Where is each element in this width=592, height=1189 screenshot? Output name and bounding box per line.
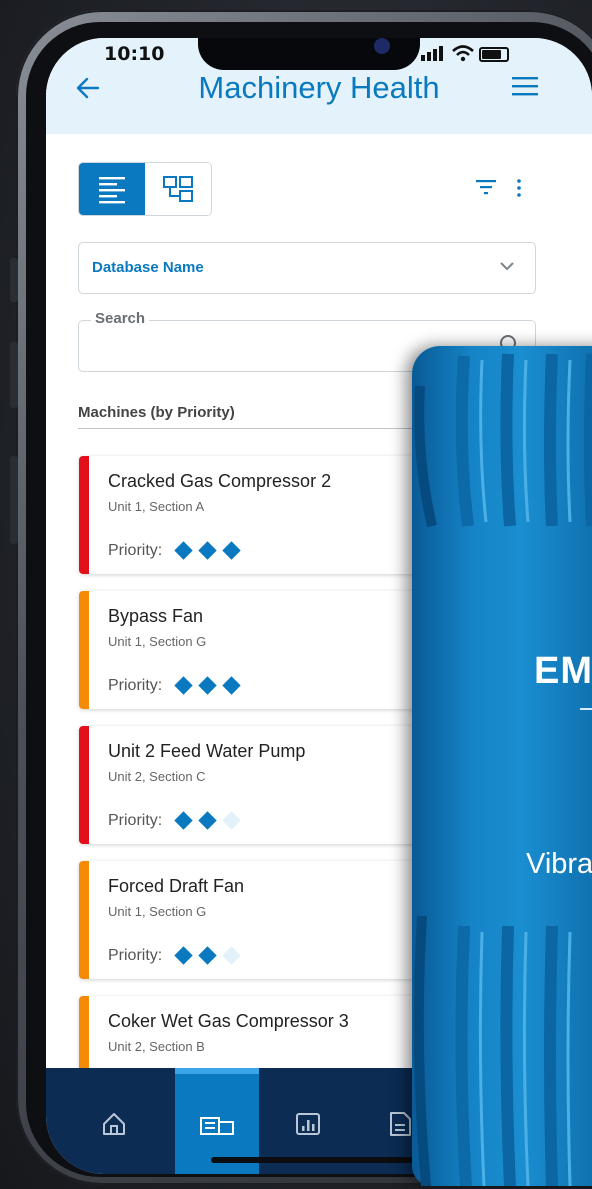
list-view-button[interactable] bbox=[79, 163, 145, 215]
vibration-sensor-device: EM Vibra bbox=[412, 346, 592, 1186]
side-button bbox=[10, 342, 18, 408]
machine-name: Forced Draft Fan bbox=[108, 876, 245, 896]
view-mode-toggle bbox=[78, 162, 212, 216]
side-button bbox=[10, 456, 18, 544]
priority-diamond-icon bbox=[174, 541, 193, 560]
priority-diamond-icon bbox=[198, 541, 217, 560]
database-name-dropdown[interactable]: Database Name bbox=[78, 242, 536, 294]
status-stripe bbox=[79, 861, 89, 979]
priority-diamond-icon bbox=[174, 946, 193, 965]
machine-name: Unit 2 Feed Water Pump bbox=[108, 741, 306, 761]
tree-view-button[interactable] bbox=[146, 163, 211, 215]
priority-diamond-icon bbox=[198, 811, 217, 830]
side-button bbox=[10, 258, 18, 302]
hierarchy-icon bbox=[163, 176, 193, 202]
priority-diamond-icon bbox=[222, 811, 241, 830]
priority-indicator bbox=[174, 676, 249, 695]
machine-name: Bypass Fan bbox=[108, 606, 204, 626]
signal-icon bbox=[421, 46, 443, 61]
priority-indicator bbox=[174, 541, 249, 560]
status-time: 10:10 bbox=[104, 43, 165, 65]
priority-indicator bbox=[174, 946, 249, 965]
priority-diamond-icon bbox=[222, 541, 241, 560]
battery-icon bbox=[479, 47, 509, 62]
home-indicator bbox=[211, 1157, 427, 1163]
chevron-down-icon bbox=[500, 262, 514, 271]
machine-name: Cracked Gas Compressor 2 bbox=[108, 471, 332, 491]
priority-diamond-icon bbox=[174, 811, 193, 830]
nav-active-indicator bbox=[175, 1068, 259, 1074]
home-icon bbox=[103, 1113, 125, 1135]
priority-indicator bbox=[174, 811, 249, 830]
status-stripe bbox=[79, 591, 89, 709]
database-name-label: Database Name bbox=[92, 259, 204, 276]
priority-label: Priority: bbox=[108, 812, 163, 829]
machine-location: Unit 2, Section C bbox=[108, 769, 206, 784]
device-brand: EM bbox=[534, 650, 592, 692]
list-view-icon bbox=[99, 177, 125, 204]
nav-home[interactable] bbox=[72, 1068, 156, 1174]
device-label: Vibra bbox=[526, 848, 592, 880]
more-options-icon[interactable] bbox=[514, 178, 524, 198]
status-stripe bbox=[79, 456, 89, 574]
machine-location: Unit 1, Section A bbox=[108, 499, 205, 514]
status-stripe bbox=[79, 726, 89, 844]
device-divider bbox=[580, 708, 592, 710]
priority-diamond-icon bbox=[222, 676, 241, 695]
device-ridges bbox=[413, 915, 572, 1186]
priority-label: Priority: bbox=[108, 947, 163, 964]
phone-notch bbox=[198, 38, 420, 70]
device-ridges bbox=[414, 353, 592, 528]
wifi-icon bbox=[452, 45, 474, 62]
priority-label: Priority: bbox=[108, 677, 163, 694]
priority-diamond-icon bbox=[174, 676, 193, 695]
machines-section-title: Machines (by Priority) bbox=[78, 404, 235, 421]
status-icons bbox=[421, 45, 541, 62]
hamburger-menu-icon[interactable] bbox=[512, 76, 538, 96]
camera-lens bbox=[374, 38, 390, 54]
search-label: Search bbox=[91, 310, 150, 327]
machine-location: Unit 2, Section B bbox=[108, 1039, 205, 1054]
page-title: Machinery Health bbox=[198, 70, 440, 105]
priority-diamond-icon bbox=[198, 946, 217, 965]
machine-location: Unit 1, Section G bbox=[108, 904, 207, 919]
machine-name: Coker Wet Gas Compressor 3 bbox=[108, 1011, 349, 1031]
filter-icon[interactable] bbox=[476, 179, 496, 195]
priority-label: Priority: bbox=[108, 542, 163, 559]
priority-diamond-icon bbox=[198, 676, 217, 695]
machine-location: Unit 1, Section G bbox=[108, 634, 207, 649]
priority-diamond-icon bbox=[222, 946, 241, 965]
